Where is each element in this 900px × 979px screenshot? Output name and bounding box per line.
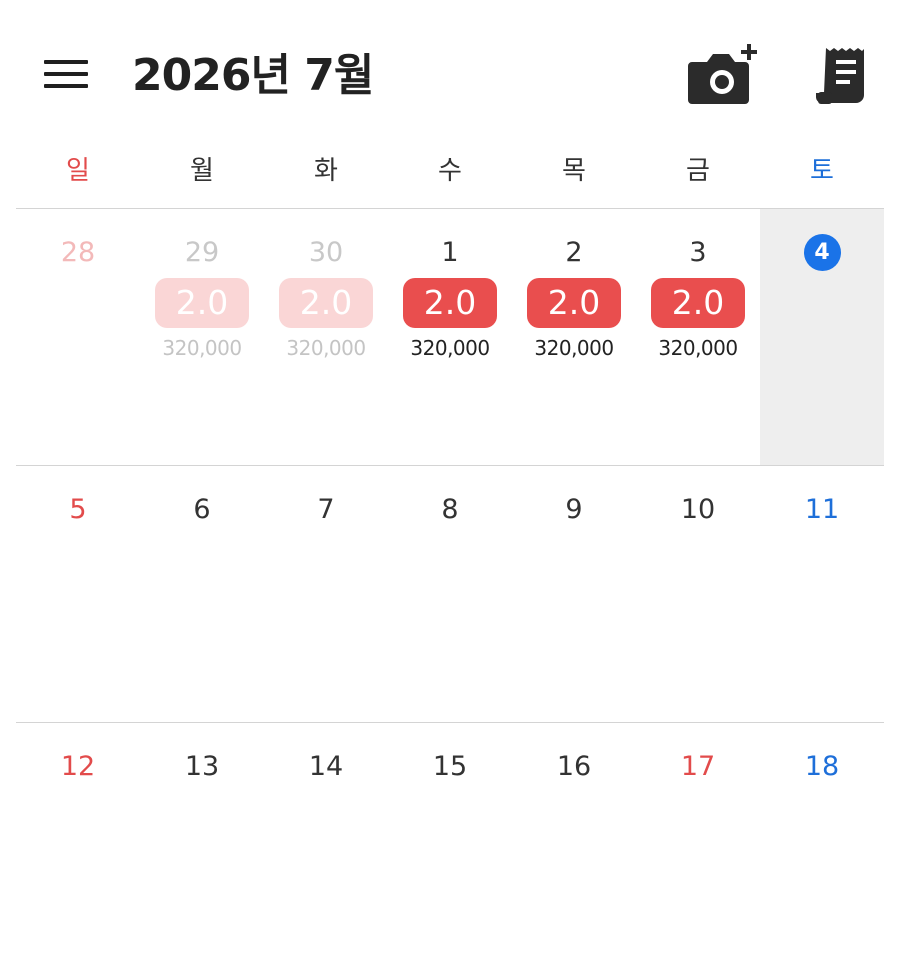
daily-amount: 320,000 [286, 336, 366, 360]
day-number: 7 [317, 494, 335, 525]
camera-add-button[interactable] [688, 44, 762, 106]
day-number: 29 [184, 237, 220, 268]
hours-badge: 2.0 [279, 278, 373, 328]
day-number: 8 [441, 494, 459, 525]
calendar-day-cell[interactable]: 16 [512, 723, 636, 979]
calendar-day-cell[interactable]: 3 2.0 320,000 [636, 209, 760, 465]
day-number: 18 [804, 751, 840, 782]
weekday-header: 일 월 화 수 목 금 토 [16, 148, 884, 194]
day-number: 17 [680, 751, 716, 782]
receipt-button[interactable] [814, 44, 874, 106]
calendar-week: 28 29 2.0 320,000 30 2.0 320,000 1 2.0 320,000 2 2.… [16, 208, 884, 465]
calendar-day-cell[interactable]: 10 [636, 466, 760, 722]
day-number: 14 [308, 751, 344, 782]
day-number: 30 [308, 237, 344, 268]
calendar-day-cell[interactable]: 2 2.0 320,000 [512, 209, 636, 465]
day-number: 13 [184, 751, 220, 782]
calendar-day-cell[interactable]: 28 [16, 209, 140, 465]
camera-add-icon [688, 44, 757, 104]
month-title[interactable]: 2026년 7월 [132, 46, 374, 106]
day-number: 6 [193, 494, 211, 525]
hours-badge: 2.0 [403, 278, 497, 328]
day-number: 28 [60, 237, 96, 268]
daily-amount: 320,000 [162, 336, 242, 360]
day-number: 16 [556, 751, 592, 782]
calendar-day-cell[interactable]: 7 [264, 466, 388, 722]
weekday-wednesday: 수 [438, 156, 462, 186]
today-date-badge: 4 [803, 234, 841, 271]
calendar-day-cell[interactable]: 12 [16, 723, 140, 979]
daily-amount: 320,000 [534, 336, 614, 360]
app-header: 2026년 7월 [0, 0, 900, 140]
day-number: 5 [69, 494, 87, 525]
menu-button[interactable] [44, 58, 88, 90]
receipt-icon [816, 48, 864, 104]
day-number: 10 [680, 494, 716, 525]
day-number: 2 [565, 237, 583, 268]
day-number: 1 [441, 237, 459, 268]
menu-line [44, 72, 88, 76]
calendar-week: 5 6 7 8 9 10 11 [16, 465, 884, 722]
day-number: 3 [689, 237, 707, 268]
calendar-day-cell[interactable]: 17 [636, 723, 760, 979]
calendar-day-cell[interactable]: 18 [760, 723, 884, 979]
calendar-grid: 28 29 2.0 320,000 30 2.0 320,000 1 2.0 320,000 2 2.… [16, 208, 884, 939]
calendar-day-cell[interactable]: 6 [140, 466, 264, 722]
hours-badge: 2.0 [527, 278, 621, 328]
hours-badge: 2.0 [155, 278, 249, 328]
weekday-sunday: 일 [66, 156, 90, 186]
calendar-day-cell[interactable]: 4 [760, 209, 884, 465]
calendar-day-cell[interactable]: 15 [388, 723, 512, 979]
menu-line [44, 84, 88, 88]
weekday-friday: 금 [686, 156, 710, 186]
hours-badge: 2.0 [651, 278, 745, 328]
calendar-day-cell[interactable]: 30 2.0 320,000 [264, 209, 388, 465]
weekday-thursday: 목 [562, 156, 586, 186]
weekday-saturday: 토 [810, 156, 834, 186]
day-number: 15 [432, 751, 468, 782]
calendar-week: 12 13 14 15 16 17 18 [16, 722, 884, 979]
calendar-day-cell[interactable]: 11 [760, 466, 884, 722]
calendar-day-cell[interactable]: 9 [512, 466, 636, 722]
weekday-tuesday: 화 [314, 156, 338, 186]
daily-amount: 320,000 [658, 336, 738, 360]
calendar-day-cell[interactable]: 8 [388, 466, 512, 722]
calendar-day-cell[interactable]: 5 [16, 466, 140, 722]
calendar-day-cell[interactable]: 29 2.0 320,000 [140, 209, 264, 465]
daily-amount: 320,000 [410, 336, 490, 360]
day-number: 9 [565, 494, 583, 525]
calendar-day-cell[interactable]: 13 [140, 723, 264, 979]
day-number: 12 [60, 751, 96, 782]
calendar-day-cell[interactable]: 1 2.0 320,000 [388, 209, 512, 465]
menu-line [44, 60, 88, 64]
day-number: 11 [804, 494, 840, 525]
calendar-day-cell[interactable]: 14 [264, 723, 388, 979]
weekday-monday: 월 [190, 156, 214, 186]
